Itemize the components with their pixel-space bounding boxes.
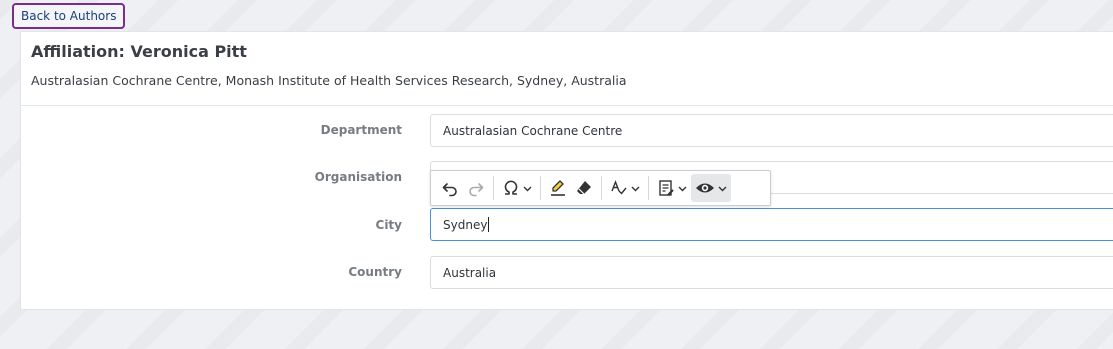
redo-icon xyxy=(469,183,484,197)
highlight-button[interactable] xyxy=(545,174,571,202)
spellcheck-button[interactable] xyxy=(606,174,644,202)
special-characters-icon xyxy=(504,180,518,195)
special-characters-button[interactable] xyxy=(498,174,536,202)
toolbar-separator xyxy=(540,176,541,200)
notes-icon xyxy=(659,180,674,196)
chevron-down-icon xyxy=(678,186,687,191)
country-label: Country xyxy=(348,265,402,279)
editor-toolbar xyxy=(430,170,771,206)
redo-button[interactable] xyxy=(463,174,489,202)
eraser-icon xyxy=(577,181,591,195)
chevron-down-icon xyxy=(718,186,727,191)
toolbar-separator xyxy=(493,176,494,200)
chevron-down-icon xyxy=(631,186,640,191)
city-value: Sydney xyxy=(443,217,488,232)
department-label: Department xyxy=(320,123,402,137)
city-input[interactable]: Sydney xyxy=(430,208,1113,241)
chevron-down-icon xyxy=(523,186,532,191)
country-input[interactable]: Australia xyxy=(430,256,1113,289)
panel-header: Affiliation: Veronica Pitt Australasian … xyxy=(21,32,1113,106)
toolbar-separator xyxy=(648,176,649,200)
eraser-button[interactable] xyxy=(571,174,597,202)
notes-button[interactable] xyxy=(653,174,691,202)
spellcheck-icon xyxy=(611,180,627,195)
undo-icon xyxy=(442,183,457,197)
toolbar-separator xyxy=(601,176,602,200)
text-caret xyxy=(488,217,490,232)
department-value: Australasian Cochrane Centre xyxy=(443,123,623,138)
organisation-label: Organisation xyxy=(314,170,402,184)
back-to-authors-button[interactable]: Back to Authors xyxy=(12,3,126,29)
country-value: Australia xyxy=(443,265,497,280)
highlight-icon xyxy=(551,180,565,196)
affiliation-summary: Australasian Cochrane Centre, Monash Ins… xyxy=(31,73,627,88)
undo-button[interactable] xyxy=(437,174,463,202)
preview-button[interactable] xyxy=(691,174,731,202)
page-title: Affiliation: Veronica Pitt xyxy=(31,42,247,61)
city-label: City xyxy=(375,218,402,232)
eye-icon xyxy=(696,183,714,193)
department-input[interactable]: Australasian Cochrane Centre xyxy=(430,114,1113,147)
